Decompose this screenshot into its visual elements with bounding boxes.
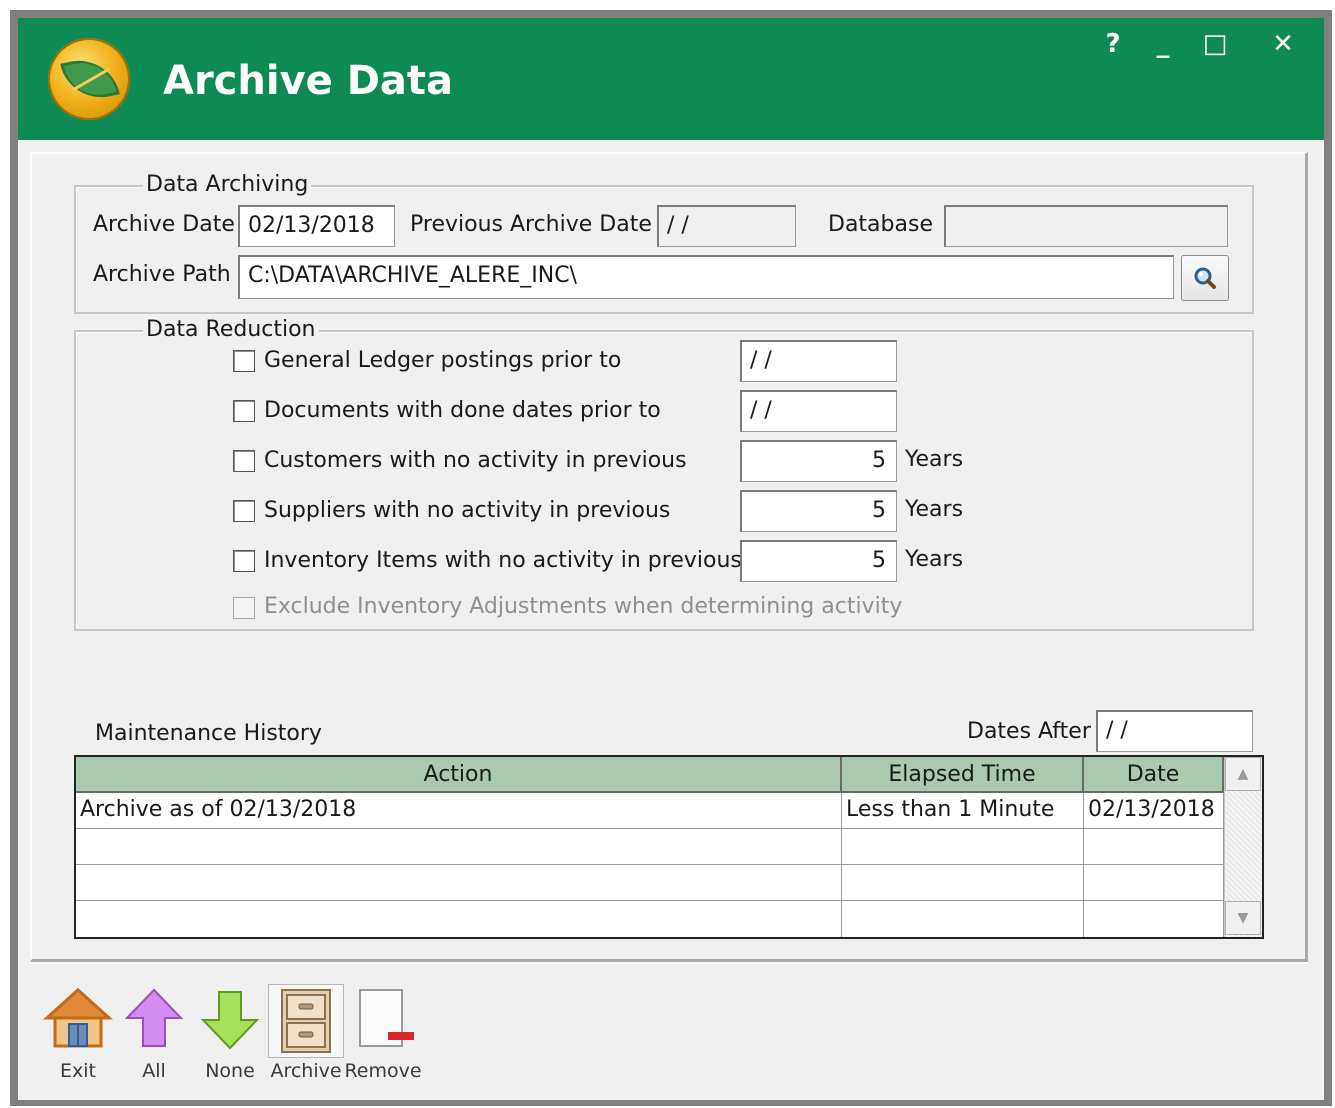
maximize-button[interactable]: □: [1198, 28, 1232, 68]
arrow-up-icon: [124, 988, 184, 1047]
none-button[interactable]: [195, 984, 265, 1058]
empty-row-cell[interactable]: [842, 829, 1084, 865]
database-label: Database: [828, 212, 933, 237]
exit-button[interactable]: [43, 984, 113, 1058]
empty-row-cell[interactable]: [76, 865, 842, 901]
empty-row-cell[interactable]: [1084, 829, 1224, 865]
previous-archive-date-field: / /: [657, 205, 796, 247]
archive-date-label: Archive Date: [93, 212, 235, 237]
browse-button[interactable]: [1181, 255, 1229, 301]
scroll-down-icon[interactable]: ▼: [1225, 901, 1261, 935]
empty-row-cell[interactable]: [842, 865, 1084, 901]
inventory-items-years-field[interactable]: 5: [740, 540, 897, 582]
general-ledger-label: General Ledger postings prior to: [264, 348, 622, 373]
customers-label: Customers with no activity in previous: [264, 448, 687, 473]
empty-row-cell[interactable]: [1084, 865, 1224, 901]
remove-label: Remove: [344, 1060, 422, 1082]
help-button[interactable]: ?: [1096, 28, 1130, 68]
archive-path-label: Archive Path: [93, 262, 231, 287]
remove-document-icon: [359, 989, 414, 1047]
column-header-date[interactable]: Date: [1084, 757, 1224, 793]
general-ledger-checkbox[interactable]: [233, 350, 255, 372]
exit-label: Exit: [60, 1060, 96, 1082]
maintenance-history-label: Maintenance History: [95, 721, 322, 746]
suppliers-years-unit: Years: [905, 497, 964, 522]
suppliers-years-field[interactable]: 5: [740, 490, 897, 532]
file-cabinet-icon: [281, 989, 331, 1053]
table-row-cell-elapsed-time[interactable]: Less than 1 Minute: [842, 793, 1084, 829]
archive-path-field[interactable]: C:\DATA\ARCHIVE_ALERE_INC\: [238, 255, 1174, 299]
inventory-items-years-unit: Years: [905, 547, 964, 572]
documents-date-field[interactable]: / /: [740, 390, 897, 432]
data-reduction-legend: Data Reduction: [143, 317, 319, 342]
maintenance-history-grid[interactable]: Action Elapsed Time Date Archive as of 0…: [74, 755, 1264, 939]
vertical-scrollbar[interactable]: ▲ ▼: [1224, 757, 1262, 937]
scroll-up-icon[interactable]: ▲: [1225, 757, 1261, 791]
empty-row-cell[interactable]: [842, 901, 1084, 937]
inventory-items-label: Inventory Items with no activity in prev…: [264, 548, 742, 573]
archive-button[interactable]: [268, 984, 344, 1058]
data-archiving-legend: Data Archiving: [143, 172, 312, 197]
dates-after-field[interactable]: / /: [1096, 710, 1253, 752]
archive-label: Archive: [270, 1060, 342, 1082]
arrow-down-icon: [200, 991, 260, 1050]
empty-row-cell[interactable]: [76, 901, 842, 937]
previous-archive-date-label: Previous Archive Date: [410, 212, 652, 237]
table-row-cell-date[interactable]: 02/13/2018: [1084, 793, 1224, 829]
data-reduction-group: [74, 330, 1254, 631]
column-header-action[interactable]: Action: [76, 757, 842, 793]
exclude-adjustments-checkbox[interactable]: [233, 597, 255, 619]
close-button[interactable]: ✕: [1266, 28, 1300, 68]
suppliers-label: Suppliers with no activity in previous: [264, 498, 671, 523]
remove-button[interactable]: [348, 984, 418, 1058]
search-icon: [1194, 267, 1216, 289]
inventory-items-checkbox[interactable]: [233, 550, 255, 572]
none-label: None: [205, 1060, 255, 1082]
customers-years-unit: Years: [905, 447, 964, 472]
empty-row-cell[interactable]: [1084, 901, 1224, 937]
home-icon: [43, 987, 113, 1048]
table-row-cell-action[interactable]: Archive as of 02/13/2018: [76, 793, 842, 829]
exclude-adjustments-label: Exclude Inventory Adjustments when deter…: [264, 594, 903, 619]
empty-row-cell[interactable]: [76, 829, 842, 865]
documents-checkbox[interactable]: [233, 400, 255, 422]
suppliers-checkbox[interactable]: [233, 500, 255, 522]
column-header-elapsed-time[interactable]: Elapsed Time: [842, 757, 1084, 793]
general-ledger-date-field[interactable]: / /: [740, 340, 897, 382]
documents-label: Documents with done dates prior to: [264, 398, 661, 423]
dates-after-label: Dates After: [967, 719, 1091, 744]
window-title: Archive Data: [163, 58, 454, 104]
toolbar-divider: [30, 962, 1308, 964]
all-label: All: [142, 1060, 166, 1082]
customers-checkbox[interactable]: [233, 450, 255, 472]
customers-years-field[interactable]: 5: [740, 440, 897, 482]
archive-date-field[interactable]: 02/13/2018: [238, 205, 395, 247]
database-field: [944, 205, 1228, 247]
minimize-button[interactable]: _: [1146, 28, 1180, 68]
all-button[interactable]: [119, 984, 189, 1058]
